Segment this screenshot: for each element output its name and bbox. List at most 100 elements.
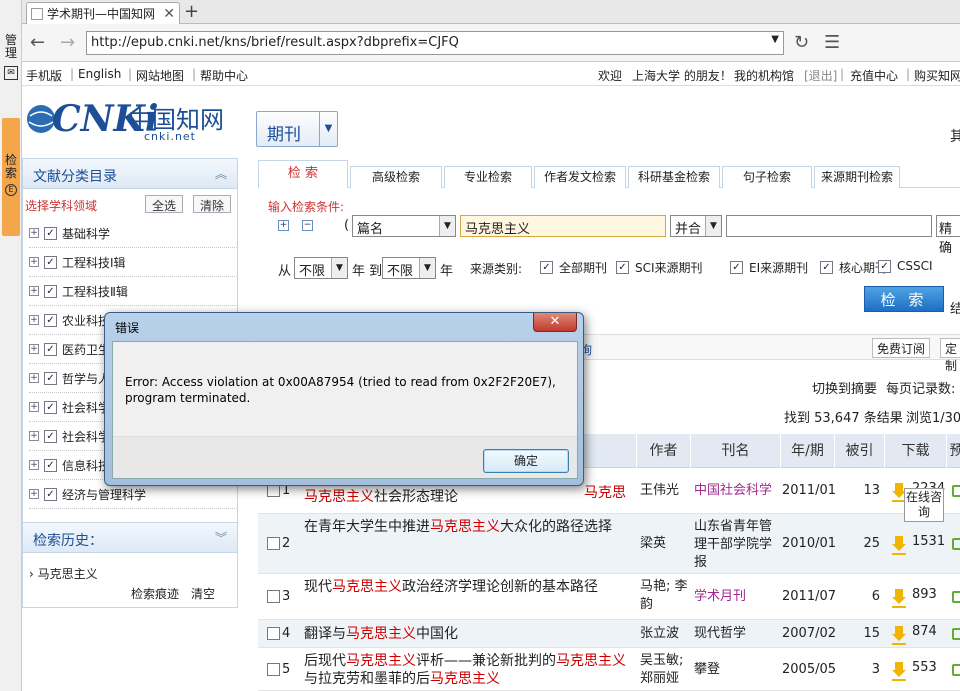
author[interactable]: 梁英: [640, 535, 688, 553]
expand-plus-icon[interactable]: +: [29, 402, 39, 412]
download-icon[interactable]: [892, 661, 906, 681]
download-icon[interactable]: [892, 536, 906, 555]
category-checkbox[interactable]: ✓: [44, 226, 57, 240]
remove-row-icon[interactable]: −: [302, 220, 313, 231]
link-help[interactable]: 帮助中心: [200, 67, 248, 84]
author[interactable]: 吴玉敏; 郑丽娅: [640, 652, 688, 688]
collapse-up-icon[interactable]: ︽: [215, 165, 227, 182]
table-row[interactable]: 2 在青年大学生中推进马克思主义大众化的路径选择 梁英 山东省青年管理干部学院学报 20…: [258, 514, 960, 574]
search-tab[interactable]: 作者发文检索: [534, 166, 626, 188]
cited-count[interactable]: 15: [834, 625, 880, 643]
add-row-icon[interactable]: +: [278, 220, 289, 231]
preview-icon[interactable]: [952, 663, 960, 676]
expand-plus-icon[interactable]: +: [29, 228, 39, 238]
source-option[interactable]: ✓ SCI来源期刊: [616, 259, 703, 276]
row-checkbox[interactable]: [267, 590, 280, 603]
source-checkbox[interactable]: ✓: [616, 261, 629, 274]
source-option[interactable]: ✓ 核心期刊: [820, 259, 887, 276]
database-select[interactable]: 期刊 ▼: [256, 111, 338, 147]
article-title[interactable]: 翻译与马克思主义中国化: [304, 625, 634, 643]
category-checkbox[interactable]: ✓: [44, 371, 57, 385]
category-item[interactable]: + ✓ 工程科技Ⅱ辑: [29, 277, 237, 306]
history-trace-link[interactable]: 检索痕迹: [131, 585, 179, 602]
cited-count[interactable]: 3: [834, 661, 880, 679]
category-checkbox[interactable]: ✓: [44, 400, 57, 414]
new-tab-icon[interactable]: +: [184, 1, 199, 22]
journal-name[interactable]: 现代哲学: [694, 625, 778, 643]
download-icon[interactable]: [892, 589, 906, 608]
url-dropdown-icon[interactable]: ▼: [771, 34, 779, 45]
column-header[interactable]: 刊名: [690, 434, 780, 468]
column-header[interactable]: 被引: [834, 434, 884, 468]
back-arrow-icon[interactable]: ←: [30, 32, 45, 53]
mail-icon[interactable]: ✉: [4, 66, 18, 80]
ok-button[interactable]: 确定: [483, 449, 569, 473]
history-clear-link[interactable]: 清空: [191, 585, 215, 602]
row-checkbox[interactable]: [267, 662, 280, 676]
expand-plus-icon[interactable]: +: [29, 344, 39, 354]
article-title[interactable]: 后现代马克思主义评析——兼论新批判的马克思主义与拉克劳和墨菲的后马克思主义: [304, 652, 634, 688]
menu-icon[interactable]: ☰: [824, 32, 840, 53]
source-option[interactable]: ✓ EI来源期刊: [730, 259, 808, 276]
download-icon[interactable]: [892, 626, 906, 645]
side-strip-manage[interactable]: 管理: [2, 34, 20, 60]
second-query-input[interactable]: [726, 215, 932, 237]
search-tab[interactable]: 来源期刊检索: [814, 166, 900, 188]
category-checkbox[interactable]: ✓: [44, 487, 57, 501]
link-institution[interactable]: 我的机构馆: [734, 67, 794, 84]
article-title[interactable]: 在青年大学生中推进马克思主义大众化的路径选择: [304, 518, 634, 536]
side-strip-search-tab[interactable]: 检索 E: [2, 118, 20, 236]
preview-icon[interactable]: [952, 591, 960, 603]
source-checkbox[interactable]: ✓: [820, 261, 833, 274]
category-checkbox[interactable]: ✓: [44, 284, 57, 298]
author[interactable]: 张立波: [640, 625, 688, 643]
expand-plus-icon[interactable]: +: [29, 286, 39, 296]
author[interactable]: 马艳; 李韵: [640, 578, 688, 614]
link-buy[interactable]: 购买知网: [914, 67, 960, 84]
cited-count[interactable]: 25: [834, 535, 880, 553]
link-mobile[interactable]: 手机版: [26, 67, 62, 84]
preview-icon[interactable]: [952, 628, 960, 640]
expand-plus-icon[interactable]: +: [29, 489, 39, 499]
link-logout[interactable]: [退出]: [804, 67, 837, 84]
table-row[interactable]: 4 翻译与马克思主义中国化 张立波 现代哲学 2007/02 15 874: [258, 620, 960, 648]
expand-plus-icon[interactable]: +: [29, 257, 39, 267]
column-header[interactable]: 作者: [636, 434, 690, 468]
collapse-down-icon[interactable]: ︾: [215, 529, 227, 546]
table-row[interactable]: 3 现代马克思主义政治经济学理论创新的基本路径 马艳; 李韵 学术月刊 2011/07 6…: [258, 574, 960, 620]
search-tab[interactable]: 句子检索: [722, 166, 812, 188]
online-help-popup[interactable]: 在线咨询: [904, 488, 944, 522]
expand-plus-icon[interactable]: +: [29, 315, 39, 325]
expand-plus-icon[interactable]: +: [29, 431, 39, 441]
to-year-select[interactable]: 不限 ▼: [382, 257, 436, 279]
journal-name[interactable]: 山东省青年管理干部学院学报: [694, 518, 778, 572]
preview-icon[interactable]: [952, 485, 960, 497]
match-select[interactable]: 并合 ▼: [670, 215, 722, 237]
search-tab[interactable]: 高级检索: [350, 166, 442, 188]
switch-to-abstract-link[interactable]: 切换到摘要: [812, 378, 877, 397]
source-option[interactable]: ✓ 全部期刊: [540, 259, 607, 276]
search-tab[interactable]: 科研基金检索: [628, 166, 720, 188]
column-header[interactable]: 年/期: [780, 434, 834, 468]
query-input[interactable]: 马克思主义: [460, 215, 666, 237]
search-button[interactable]: 检 索: [864, 286, 944, 312]
subscribe-button[interactable]: 免费订阅: [872, 338, 931, 358]
category-checkbox[interactable]: ✓: [44, 313, 57, 327]
link-recharge[interactable]: 充值中心: [850, 67, 898, 84]
source-checkbox[interactable]: ✓: [878, 259, 891, 273]
category-item[interactable]: + ✓ 工程科技Ⅰ辑: [29, 248, 237, 277]
table-row[interactable]: 5 后现代马克思主义评析——兼论新批判的马克思主义与拉克劳和墨菲的后马克思主义 吴玉…: [258, 648, 960, 691]
article-title[interactable]: 马克思 马克思主义社会形态理论: [304, 485, 634, 506]
history-item[interactable]: › 马克思主义: [29, 565, 98, 582]
column-header[interactable]: 预: [946, 434, 960, 468]
column-header[interactable]: 下载: [884, 434, 946, 468]
browser-tab[interactable]: 学术期刊—中国知网 ✕: [26, 2, 180, 24]
link-english[interactable]: English: [78, 67, 121, 81]
cited-count[interactable]: 6: [834, 588, 880, 606]
expand-plus-icon[interactable]: +: [29, 373, 39, 383]
category-checkbox[interactable]: ✓: [44, 255, 57, 269]
journal-name[interactable]: 学术月刊: [694, 588, 778, 606]
journal-name[interactable]: 攀登: [694, 661, 778, 679]
expand-plus-icon[interactable]: +: [29, 460, 39, 470]
cnki-logo[interactable]: CNKi 中国知网 cnki.net: [26, 96, 226, 144]
